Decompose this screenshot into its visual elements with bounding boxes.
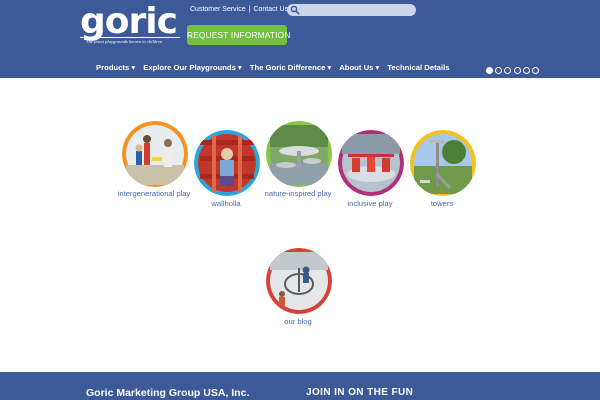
main-nav: Products ▾ Explore Our Playgrounds ▾ The G… [96, 63, 458, 75]
utility-links: Customer Service | Contact Us [190, 6, 288, 13]
footer-join-heading: JOIN IN ON THE FUN [306, 387, 414, 398]
nav-goric-difference[interactable]: The Goric Difference ▾ [250, 63, 331, 75]
wallholla-image[interactable] [194, 130, 260, 196]
logo-tagline: The finest playgrounds known to children [86, 39, 163, 44]
search-input[interactable] [287, 4, 416, 16]
customer-service-link[interactable]: Customer Service [190, 6, 246, 13]
slider-dot[interactable] [531, 67, 539, 74]
wallholla-label[interactable]: wallholla [186, 199, 266, 209]
our-blog-image[interactable] [266, 248, 332, 314]
nav-explore-playgrounds[interactable]: Explore Our Playgrounds ▾ [143, 63, 242, 75]
goric-logo[interactable]: goric The finest playgrounds known to ch… [80, 2, 184, 46]
link-separator: | [248, 6, 251, 13]
nav-label: Explore Our Playgrounds [143, 63, 236, 72]
site-header: goric The finest playgrounds known to ch… [0, 0, 600, 78]
inclusive-play-image[interactable] [338, 130, 404, 196]
slider-dots [486, 67, 541, 74]
inclusive-play-label[interactable]: inclusive play [330, 199, 410, 209]
nav-label: Technical Details [387, 63, 450, 72]
intergenerational-play-label[interactable]: intergenerational play [114, 189, 194, 199]
footer-company-name: Goric Marketing Group USA, Inc. [86, 387, 250, 399]
logo-underline [80, 37, 180, 38]
contact-us-link[interactable]: Contact Us [253, 6, 288, 13]
slider-dot[interactable] [495, 67, 503, 74]
request-information-button[interactable]: REQUEST INFORMATION [187, 25, 290, 45]
chevron-down-icon: ▾ [131, 63, 136, 72]
chevron-down-icon: ▾ [375, 63, 380, 72]
slider-dot[interactable] [486, 67, 493, 74]
chevron-down-icon: ▾ [327, 63, 332, 72]
slider-dot[interactable] [513, 67, 521, 74]
towers-image[interactable] [410, 130, 476, 196]
nav-label: About Us [339, 63, 374, 72]
nav-label: Products [96, 63, 130, 72]
slider-dot[interactable] [522, 67, 530, 74]
nav-technical-details[interactable]: Technical Details [387, 63, 449, 75]
towers-label[interactable]: towers [402, 199, 482, 209]
site-footer: Goric Marketing Group USA, Inc. JOIN IN … [0, 372, 600, 400]
nature-inspired-play-image[interactable] [266, 121, 332, 187]
nature-inspired-play-label[interactable]: nature-inspired play [258, 189, 338, 199]
nav-label: The Goric Difference [249, 63, 326, 72]
slider-dot[interactable] [504, 67, 512, 74]
nav-products[interactable]: Products ▾ [96, 63, 135, 75]
our-blog-label[interactable]: our blog [258, 317, 338, 327]
logo-wordmark: goric [80, 1, 178, 42]
nav-about-us[interactable]: About Us ▾ [339, 63, 379, 75]
search-icon[interactable] [290, 5, 300, 15]
chevron-down-icon: ▾ [237, 63, 242, 72]
intergenerational-play-image[interactable] [122, 121, 188, 187]
